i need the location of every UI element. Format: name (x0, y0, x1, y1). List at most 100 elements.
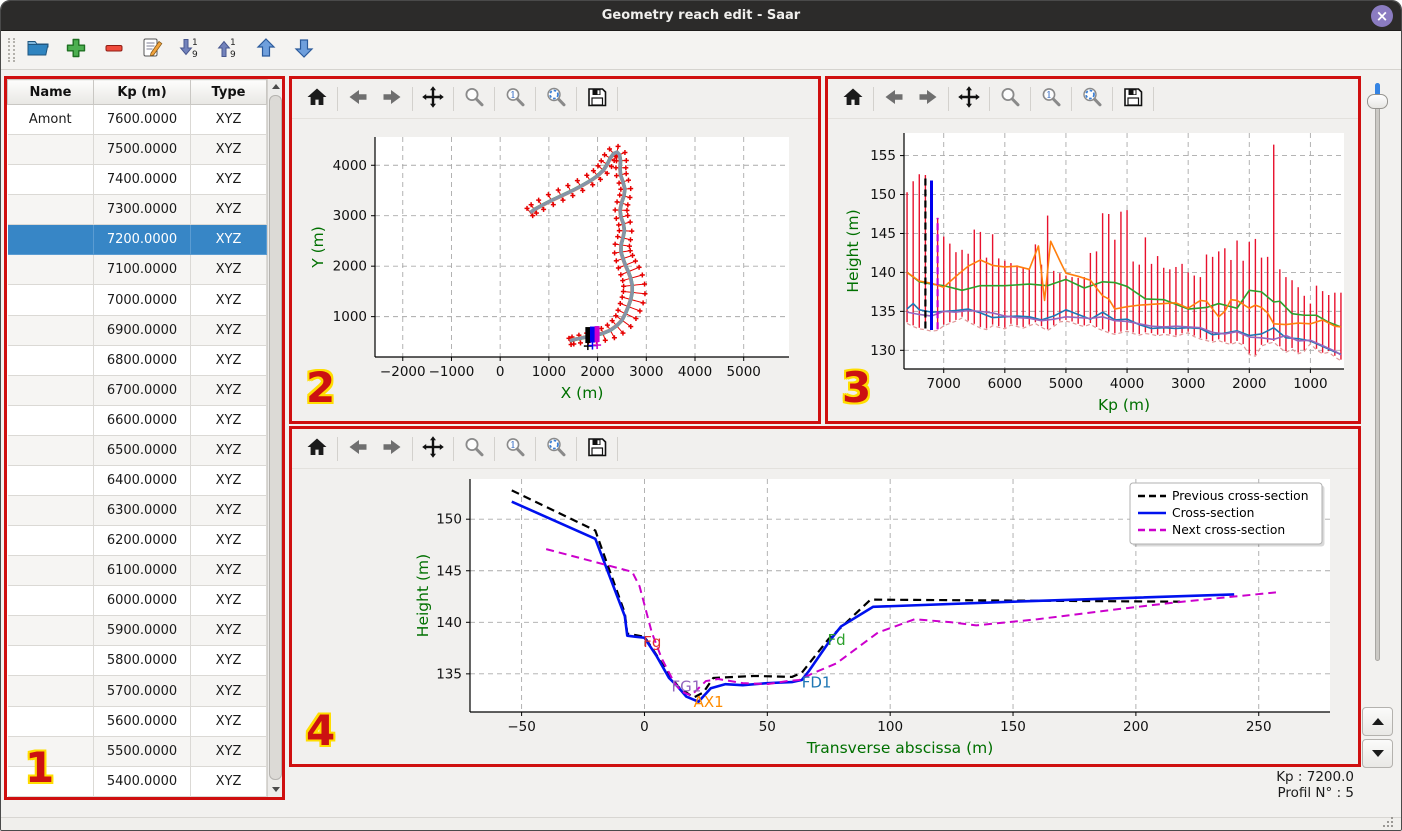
close-button[interactable]: × (1371, 5, 1393, 27)
plan-zoom-button[interactable] (457, 84, 491, 114)
window-title: Geometry reach edit - Saar (601, 8, 801, 23)
plan-forward-button[interactable] (375, 84, 409, 114)
profile-back-button[interactable] (877, 84, 911, 114)
plan-zoom-original-button[interactable]: 1 (498, 84, 532, 114)
sort-descending-button[interactable]: 19 (175, 35, 205, 65)
table-row[interactable]: 5800.0000 XYZ (7, 645, 267, 677)
svg-text:1000: 1000 (333, 309, 367, 325)
toolbar-drag-handle[interactable] (8, 38, 15, 62)
scroll-up-button[interactable] (268, 79, 282, 94)
cross-save-button[interactable] (580, 434, 614, 464)
table-row[interactable]: 7400.0000 XYZ (7, 164, 267, 196)
sort-ascending-button[interactable]: 19 (213, 35, 243, 65)
plan-save-button[interactable] (580, 84, 614, 114)
profile-zoom-button[interactable] (993, 84, 1027, 114)
add-button[interactable] (61, 35, 91, 65)
plan-view-chart[interactable]: −2000 −1000 0 1000 2000 3000 4000 5000 1000 2000 3… (292, 119, 818, 421)
move-up-button[interactable] (251, 35, 281, 65)
toolbar-separator (535, 86, 536, 111)
table-row[interactable]: 6600.0000 XYZ (7, 405, 267, 436)
cross-forward-button[interactable] (375, 434, 409, 464)
longitudinal-profile-chart[interactable]: 7000 6000 5000 4000 3000 2000 1000 130 135 140 145… (828, 119, 1358, 421)
cell-type: XYZ (190, 766, 267, 797)
table-row[interactable]: 5600.0000 XYZ (7, 706, 267, 737)
scroll-down-button[interactable] (268, 782, 282, 797)
open-button[interactable] (23, 35, 53, 65)
cross-section-chart[interactable]: −50 0 50 100 150 200 250 135 140 145 150 Transverse… (292, 469, 1358, 764)
cross-back-button[interactable] (341, 434, 375, 464)
svg-text:4000: 4000 (333, 158, 367, 174)
table-row[interactable]: 6900.0000 XYZ (7, 315, 267, 346)
column-header-1[interactable]: Kp (m) (93, 79, 191, 105)
svg-text:100: 100 (877, 719, 903, 735)
geometry-table[interactable]: Name Kp (m) Type Amont 7600.0000 XYZ 7500.000… (7, 79, 267, 797)
table-row[interactable]: 6500.0000 XYZ (7, 435, 267, 466)
svg-text:Cross-section: Cross-section (1172, 506, 1254, 520)
cell-name (7, 525, 94, 557)
cross-home-button[interactable] (300, 434, 334, 464)
cell-kp: 5600.0000 (93, 706, 191, 737)
column-header-0[interactable]: Name (7, 79, 94, 105)
back-icon (346, 435, 370, 463)
table-row[interactable]: 5900.0000 XYZ (7, 615, 267, 647)
svg-text:50: 50 (759, 719, 776, 735)
column-header-2[interactable]: Type (190, 79, 267, 105)
cell-name (7, 134, 94, 166)
table-row[interactable]: Amont 7600.0000 XYZ (7, 104, 267, 136)
table-scrollbar[interactable] (267, 79, 282, 797)
table-row[interactable]: 6200.0000 XYZ (7, 525, 267, 557)
table-row[interactable]: 6300.0000 XYZ (7, 495, 267, 527)
table-row[interactable]: 7300.0000 XYZ (7, 194, 267, 226)
profile-zoom-fit-button[interactable] (1075, 84, 1109, 114)
cross-zoom-button[interactable] (457, 434, 491, 464)
svg-text:Fd: Fd (828, 631, 846, 649)
cell-type: XYZ (190, 465, 267, 497)
profile-home-button[interactable] (836, 84, 870, 114)
table-row[interactable]: 6000.0000 XYZ (7, 585, 267, 617)
move-down-button[interactable] (289, 35, 319, 65)
table-row[interactable]: 7000.0000 XYZ (7, 284, 267, 316)
plan-zoom-fit-button[interactable] (539, 84, 573, 114)
plan-home-button[interactable] (300, 84, 334, 114)
down-arrow-icon (271, 787, 280, 792)
svg-text:AX1: AX1 (694, 693, 724, 711)
profile-pan-button[interactable] (952, 84, 986, 114)
profile-save-button[interactable] (1116, 84, 1150, 114)
plan-pan-button[interactable] (416, 84, 450, 114)
cell-kp: 7600.0000 (93, 104, 191, 136)
edit-button[interactable] (137, 35, 167, 65)
svg-text:Transverse abscissa (m): Transverse abscissa (m) (806, 739, 994, 757)
toolbar-separator (412, 86, 413, 111)
resize-grip-icon[interactable] (1383, 815, 1397, 827)
svg-text:1000: 1000 (1293, 376, 1327, 392)
previous-profile-button[interactable] (1362, 707, 1393, 736)
table-row[interactable]: 6100.0000 XYZ (7, 555, 267, 587)
table-row[interactable]: 6400.0000 XYZ (7, 465, 267, 497)
scrollbar-thumb[interactable] (269, 95, 282, 780)
plan-view-panel: 1 −2000 −1000 0 1000 2000 3000 4000 5000 1000 200… (289, 76, 821, 424)
table-row[interactable]: 7500.0000 XYZ (7, 134, 267, 166)
titlebar[interactable]: Geometry reach edit - Saar × (1, 1, 1401, 31)
table-row[interactable]: 6800.0000 XYZ (7, 345, 267, 376)
toolbar-separator (453, 436, 454, 461)
cell-type: XYZ (190, 706, 267, 737)
plan-back-button[interactable] (341, 84, 375, 114)
table-row[interactable]: 6700.0000 XYZ (7, 375, 267, 406)
remove-button[interactable] (99, 35, 129, 65)
profile-slider-track[interactable] (1375, 83, 1380, 661)
profile-forward-button[interactable] (911, 84, 945, 114)
zoom-icon (998, 85, 1022, 113)
cross-zoom-original-button[interactable]: 1 (498, 434, 532, 464)
cross-pan-button[interactable] (416, 434, 450, 464)
profile-zoom-original-button[interactable]: 1 (1034, 84, 1068, 114)
cross-zoom-fit-button[interactable] (539, 434, 573, 464)
table-row[interactable]: 7200.0000 XYZ (7, 224, 267, 256)
cell-type: XYZ (190, 435, 267, 466)
cell-type: XYZ (190, 194, 267, 226)
next-profile-button[interactable] (1362, 739, 1393, 768)
table-row[interactable]: 7100.0000 XYZ (7, 254, 267, 286)
profile-slider-handle[interactable] (1367, 94, 1388, 109)
svg-text:0: 0 (496, 364, 505, 380)
table-row[interactable]: 5700.0000 XYZ (7, 675, 267, 707)
svg-text:250: 250 (1246, 719, 1272, 735)
